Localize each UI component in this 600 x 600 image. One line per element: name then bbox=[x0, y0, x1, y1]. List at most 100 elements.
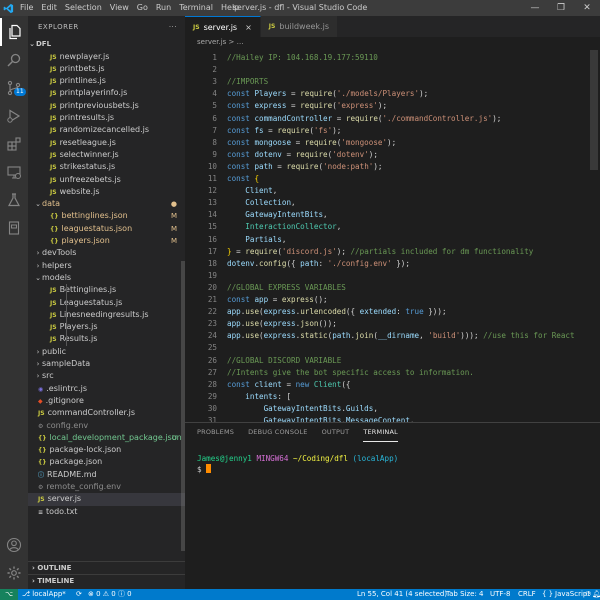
menu-terminal[interactable]: Terminal bbox=[175, 0, 217, 16]
menu-run[interactable]: Run bbox=[152, 0, 175, 16]
editor-scrollbar[interactable] bbox=[590, 50, 598, 170]
testing-flask-icon[interactable] bbox=[0, 186, 28, 214]
file-item[interactable]: JS Linesneedingresults.js bbox=[28, 309, 185, 321]
file-item[interactable]: JS strikestatus.js bbox=[28, 161, 185, 173]
folder-item[interactable]: ⌄data ● bbox=[28, 198, 185, 210]
code-token: : [ bbox=[277, 391, 292, 401]
file-item[interactable]: ≡ todo.txt bbox=[28, 506, 185, 518]
timeline-section[interactable]: › TIMELINE bbox=[28, 574, 185, 586]
explorer-icon[interactable] bbox=[0, 18, 28, 46]
outline-section[interactable]: › OUTLINE bbox=[28, 561, 185, 573]
file-item[interactable]: JS printlines.js bbox=[28, 75, 185, 87]
file-item[interactable]: JS selectwinner.js bbox=[28, 149, 185, 161]
file-item[interactable]: JS Leaguestatus.js bbox=[28, 297, 185, 309]
panel-tab-debug-console[interactable]: DEBUG CONSOLE bbox=[248, 423, 308, 441]
folder-item[interactable]: › devTools bbox=[28, 247, 185, 259]
file-item[interactable]: JS randomizecancelled.js bbox=[28, 124, 185, 136]
json-file-icon: {} bbox=[50, 225, 59, 233]
code-token: ))); bbox=[460, 331, 484, 341]
breadcrumb[interactable]: server.js > … bbox=[185, 37, 600, 48]
menu-help[interactable]: Help bbox=[217, 0, 243, 16]
run-debug-icon[interactable] bbox=[0, 102, 28, 130]
more-actions-button[interactable]: ··· bbox=[169, 16, 177, 38]
workspace-root-dfl[interactable]: ⌄DFL bbox=[28, 38, 185, 50]
code-line: 20 //GLOBAL EXPRESS VARIABLES bbox=[185, 282, 600, 294]
file-item[interactable]: JS resetleague.js bbox=[28, 137, 185, 149]
search-icon[interactable] bbox=[0, 46, 28, 74]
close-tab-icon[interactable]: × bbox=[245, 23, 252, 32]
menu-file[interactable]: File bbox=[16, 0, 37, 16]
notifications-bell-icon[interactable]: 🔔︎ bbox=[592, 589, 600, 600]
folder-item[interactable]: › public bbox=[28, 346, 185, 358]
problems-indicator[interactable]: ⊗ 0 ⚠ 0 ⓘ 0 bbox=[88, 589, 132, 600]
terminal-output[interactable]: James@jenny1 MINGW64 ~/Coding/dfl (local… bbox=[197, 453, 398, 475]
file-item[interactable]: JS newplayer.js bbox=[28, 51, 185, 63]
file-item[interactable]: JS printpreviousbets.js bbox=[28, 100, 185, 112]
panel-tab-output[interactable]: OUTPUT bbox=[322, 423, 350, 441]
code-token: = bbox=[332, 113, 346, 123]
branch-indicator[interactable]: ⎇ localApp* bbox=[22, 589, 66, 600]
panel-tab-terminal[interactable]: TERMINAL bbox=[363, 423, 398, 442]
file-item[interactable]: {} package.json bbox=[28, 456, 185, 468]
file-item[interactable]: {} bettinglines.json M bbox=[28, 210, 185, 222]
notebook-icon[interactable] bbox=[0, 214, 28, 242]
file-item[interactable]: ⚙ config.env bbox=[28, 420, 185, 432]
tab-buildweek-js[interactable]: JS buildweek.js bbox=[260, 16, 338, 37]
cursor-position[interactable]: Ln 55, Col 41 (4 selected) bbox=[357, 589, 447, 600]
file-item[interactable]: JS Bettinglines.js bbox=[28, 284, 185, 296]
extensions-icon[interactable] bbox=[0, 130, 28, 158]
code-token: const bbox=[227, 295, 255, 304]
minimize-button[interactable]: — bbox=[522, 0, 548, 16]
code-token: express bbox=[254, 101, 287, 111]
folder-item[interactable]: › helpers bbox=[28, 260, 185, 272]
tab-size-indicator[interactable]: Tab Size: 4 bbox=[446, 589, 483, 600]
file-item[interactable]: {} players.json M bbox=[28, 235, 185, 247]
encoding-indicator[interactable]: UTF-8 bbox=[490, 589, 510, 600]
menu-view[interactable]: View bbox=[106, 0, 133, 16]
file-item[interactable]: JS website.js bbox=[28, 186, 185, 198]
menu-selection[interactable]: Selection bbox=[61, 0, 106, 16]
file-item[interactable]: ⓘ README.md bbox=[28, 469, 185, 481]
line-number: 12 bbox=[207, 186, 217, 196]
file-item[interactable]: JS printplayerinfo.js bbox=[28, 87, 185, 99]
file-item[interactable]: ◆ .gitignore bbox=[28, 395, 185, 407]
file-item[interactable]: JS printbets.js bbox=[28, 63, 185, 75]
file-item[interactable]: {} local_development_package.json U bbox=[28, 432, 185, 444]
code-token: 'build' bbox=[428, 331, 461, 341]
file-item[interactable]: ◉ .eslintrc.js bbox=[28, 383, 185, 395]
file-item[interactable]: JS Results.js bbox=[28, 333, 185, 345]
file-item[interactable]: {} leaguestatus.json M bbox=[28, 223, 185, 235]
menu-edit[interactable]: Edit bbox=[37, 0, 61, 16]
source-control-icon[interactable]: 11 bbox=[0, 74, 28, 102]
file-item[interactable]: ⚙ remote_config.env bbox=[28, 481, 185, 493]
menu-go[interactable]: Go bbox=[133, 0, 152, 16]
feedback-icon[interactable]: ⚇ bbox=[585, 589, 591, 600]
code-token: const bbox=[227, 174, 255, 183]
line-number: 1 bbox=[212, 53, 217, 62]
maximize-button[interactable]: ❐ bbox=[548, 0, 574, 16]
file-item[interactable]: JS unfreezebets.js bbox=[28, 174, 185, 186]
tab-server-js[interactable]: JS server.js × bbox=[185, 16, 261, 37]
file-item[interactable]: {} package-lock.json bbox=[28, 444, 185, 456]
close-button[interactable]: ✕ bbox=[574, 0, 600, 16]
file-item[interactable]: JS printresults.js bbox=[28, 112, 185, 124]
file-item[interactable]: JS server.js bbox=[28, 493, 185, 506]
js-file-icon: JS bbox=[38, 496, 45, 504]
folder-item[interactable]: › sampleData bbox=[28, 358, 185, 370]
code-line: 25 bbox=[185, 342, 600, 354]
code-token: , bbox=[291, 198, 296, 208]
code-editor[interactable]: 1//Hailey IP: 104.168.19.177:59110 2 3//IM… bbox=[185, 50, 600, 422]
folder-item[interactable]: › src bbox=[28, 370, 185, 382]
sync-icon[interactable]: ⟳ bbox=[76, 589, 82, 600]
account-icon[interactable] bbox=[0, 531, 28, 559]
file-item[interactable]: JS Players.js bbox=[28, 321, 185, 333]
eol-indicator[interactable]: CRLF bbox=[518, 589, 536, 600]
remote-explorer-icon[interactable] bbox=[0, 158, 28, 186]
file-item[interactable]: JS commandController.js bbox=[28, 407, 185, 419]
settings-gear-icon[interactable] bbox=[0, 559, 28, 587]
tree-item-label: commandController.js bbox=[47, 408, 136, 418]
folder-item[interactable]: ⌄models bbox=[28, 272, 185, 284]
remote-indicator-icon[interactable]: ⌥ bbox=[0, 589, 18, 600]
panel-tab-problems[interactable]: PROBLEMS bbox=[197, 423, 234, 441]
